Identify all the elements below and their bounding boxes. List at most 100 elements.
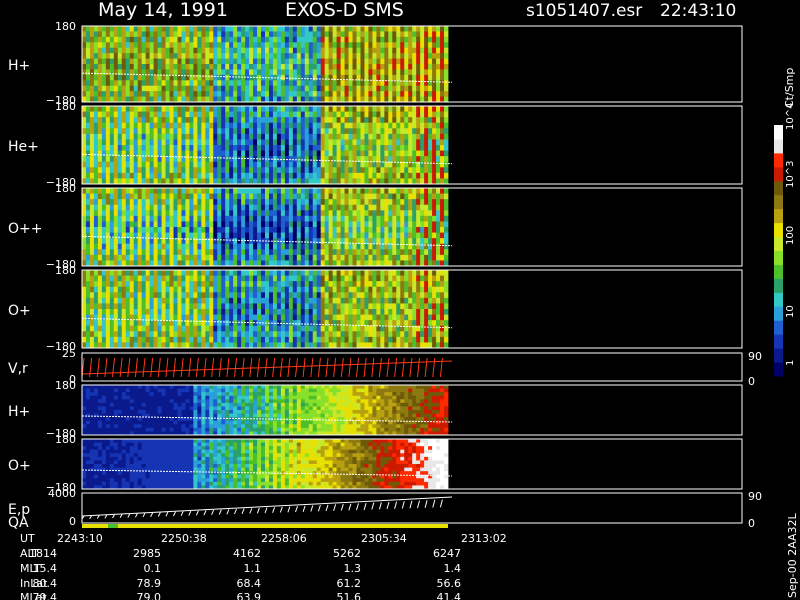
heatmap-cell <box>149 167 155 174</box>
heatmap-cell <box>368 227 373 233</box>
heatmap-cell <box>392 117 397 124</box>
heatmap-cell <box>432 42 437 49</box>
heatmap-cell <box>372 314 377 321</box>
heatmap-cell <box>225 188 230 194</box>
heatmap-cell <box>157 150 162 157</box>
heatmap-cell <box>245 331 250 338</box>
heatmap-cell <box>324 204 330 211</box>
heatmap-cell <box>268 303 274 310</box>
heatmap-cell <box>328 227 334 233</box>
heatmap-cell <box>360 221 365 228</box>
heatmap-cell <box>141 58 147 65</box>
heatmap-cell <box>372 210 377 217</box>
heatmap-cell <box>217 221 222 228</box>
heatmap-cell <box>344 128 349 135</box>
heatmap-cell <box>137 193 143 200</box>
heatmap-cell <box>292 139 298 146</box>
heatmap-cell <box>117 47 123 54</box>
heatmap-cell <box>237 309 242 315</box>
heatmap-cell <box>213 270 218 276</box>
heatmap-cell <box>372 172 377 179</box>
heatmap-cell <box>408 221 413 228</box>
heatmap-cell <box>209 80 214 87</box>
heatmap-cell <box>133 133 139 140</box>
heatmap-cell <box>221 122 226 129</box>
heatmap-cell <box>416 139 421 146</box>
heatmap-cell <box>444 243 449 250</box>
heatmap-cell <box>416 193 421 200</box>
heatmap-cell <box>125 106 131 112</box>
heatmap-cell <box>424 111 429 118</box>
heatmap-cell <box>276 249 282 256</box>
heatmap-cell <box>213 172 218 179</box>
heatmap-cell <box>300 249 306 256</box>
heatmap-cell <box>149 254 155 261</box>
heatmap-cell <box>193 188 198 194</box>
heatmap-cell <box>217 91 222 97</box>
heatmap-cell <box>261 215 266 222</box>
heatmap-cell <box>209 106 214 112</box>
heatmap-cell <box>197 80 202 87</box>
heatmap-cell <box>93 320 99 327</box>
heatmap-cell <box>312 167 318 174</box>
heatmap-cell <box>320 193 326 200</box>
heatmap-cell <box>97 303 103 310</box>
heatmap-cell <box>336 106 341 112</box>
heatmap-cell <box>141 53 147 59</box>
heatmap-cell <box>137 172 143 179</box>
heatmap-cell <box>344 309 349 315</box>
heatmap-cell <box>384 238 389 245</box>
heatmap-cell <box>372 215 377 222</box>
heatmap-cell <box>97 249 103 256</box>
heatmap-cell <box>157 297 162 304</box>
heatmap-cell <box>117 31 123 38</box>
heatmap-cell <box>241 215 246 222</box>
heatmap-cell <box>376 227 381 233</box>
heatmap-cell <box>380 336 385 343</box>
heatmap-cell <box>113 297 119 304</box>
heatmap-cell <box>97 275 103 282</box>
heatmap-cell <box>324 199 330 206</box>
heatmap-cell <box>185 275 190 282</box>
heatmap-cell <box>368 80 373 87</box>
heatmap-cell <box>229 85 234 92</box>
heatmap-cell <box>376 275 381 282</box>
heatmap-cell <box>265 80 270 87</box>
heatmap-cell <box>129 270 135 276</box>
heatmap-cell <box>117 80 123 87</box>
heatmap-cell <box>249 91 254 97</box>
heatmap-cell <box>149 325 155 332</box>
heatmap-cell <box>229 286 234 293</box>
heatmap-cell <box>364 31 369 38</box>
heatmap-cell <box>101 227 107 233</box>
heatmap-cell <box>109 227 115 233</box>
heatmap-cell <box>368 286 373 293</box>
heatmap-cell <box>404 215 409 222</box>
heatmap-cell <box>320 31 326 38</box>
heatmap-cell <box>233 47 238 54</box>
heatmap-cell <box>225 26 230 32</box>
heatmap-cell <box>304 292 310 299</box>
heatmap-cell <box>189 167 194 174</box>
heatmap-cell <box>161 281 166 288</box>
heatmap-cell <box>420 85 425 92</box>
heatmap-cell <box>161 150 166 157</box>
heatmap-cell <box>300 281 306 288</box>
heatmap-cell <box>352 254 357 261</box>
heatmap-cell <box>416 227 421 233</box>
heatmap-cell <box>304 243 310 250</box>
heatmap-cell <box>336 325 341 332</box>
heatmap-cell <box>117 320 123 327</box>
heatmap-cell <box>324 74 330 81</box>
heatmap-cell <box>280 128 286 135</box>
heatmap-cell <box>292 297 298 304</box>
heatmap-cell <box>181 297 186 304</box>
heatmap-cell <box>197 91 202 97</box>
heatmap-cell <box>209 26 214 32</box>
heatmap-cell <box>416 150 421 157</box>
heatmap-cell <box>416 221 421 228</box>
heatmap-cell <box>201 161 206 168</box>
heatmap-cell <box>272 91 278 97</box>
heatmap-cell <box>209 199 214 206</box>
heatmap-cell <box>265 167 270 174</box>
